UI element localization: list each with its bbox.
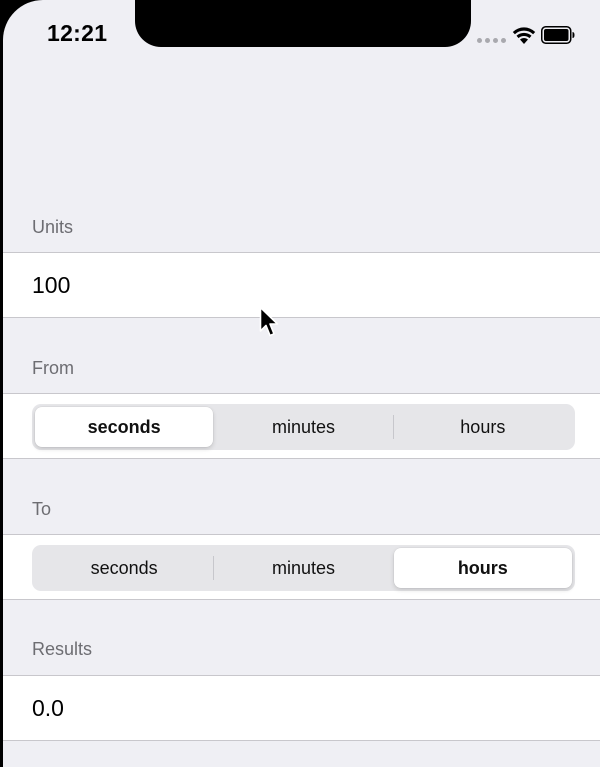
results-cell: 0.0 <box>3 675 600 741</box>
cursor-icon <box>259 306 279 337</box>
from-segmented-control[interactable]: seconds minutes hours <box>32 404 575 450</box>
phone-screen: 12:21 Units 100 From seconds minutes hou… <box>3 0 600 767</box>
from-cell: seconds minutes hours <box>3 393 600 459</box>
to-segment-hours[interactable]: hours <box>393 548 572 588</box>
to-segment-seconds[interactable]: seconds <box>35 548 213 588</box>
units-cell[interactable]: 100 <box>3 252 600 318</box>
units-header: Units <box>32 217 74 237</box>
from-header: From <box>32 358 74 378</box>
battery-icon <box>541 26 575 44</box>
status-bar: 12:21 <box>3 0 600 60</box>
to-header: To <box>32 499 52 519</box>
units-input[interactable]: 100 <box>32 272 70 299</box>
from-segment-minutes[interactable]: minutes <box>214 407 392 447</box>
to-segment-minutes[interactable]: minutes <box>214 548 392 588</box>
notch <box>135 0 471 47</box>
wifi-icon <box>512 27 536 44</box>
from-segment-seconds[interactable]: seconds <box>35 407 214 447</box>
to-cell: seconds minutes hours <box>3 534 600 600</box>
status-time: 12:21 <box>47 20 108 46</box>
from-segment-hours[interactable]: hours <box>394 407 572 447</box>
to-segmented-control[interactable]: seconds minutes hours <box>32 545 575 591</box>
signal-icon <box>477 38 506 43</box>
results-value: 0.0 <box>32 695 64 721</box>
results-header: Results <box>32 639 93 659</box>
